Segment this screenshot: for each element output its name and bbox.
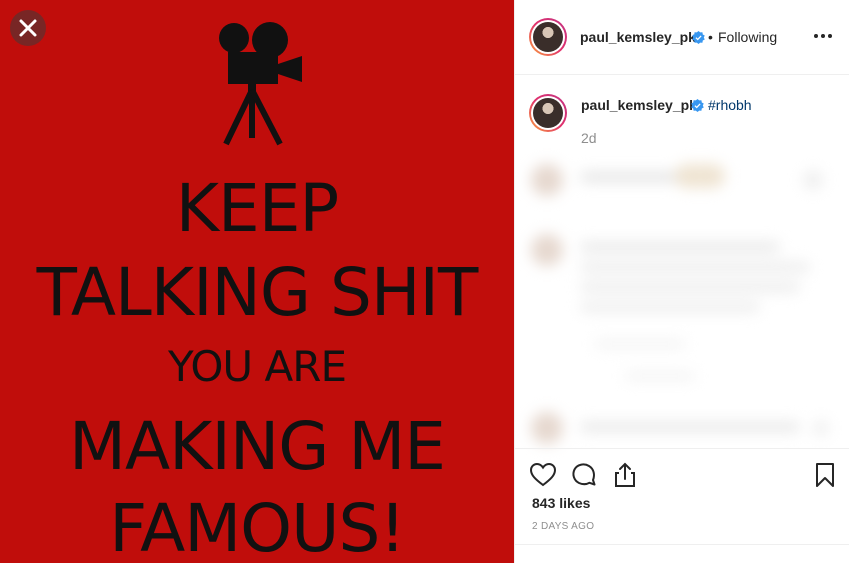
poster-line-you-are: YOU ARE (168, 342, 347, 391)
poster-line-talking: TALKING SHIT (36, 254, 479, 331)
close-button[interactable] (10, 10, 46, 46)
header-username[interactable]: paul_kemsley_pk (580, 29, 696, 45)
save-button[interactable] (811, 461, 839, 489)
bookmark-icon (816, 463, 834, 487)
comment-button[interactable] (570, 461, 598, 489)
caption-time: 2d (581, 130, 597, 146)
post-actions: 843 likes 2 DAYS AGO (515, 448, 849, 564)
share-icon (615, 462, 635, 487)
hashtag-link[interactable]: #rhobh (708, 97, 752, 113)
divider (515, 544, 849, 545)
like-button[interactable] (529, 461, 557, 489)
post-date: 2 DAYS AGO (532, 521, 595, 532)
verified-badge-icon (691, 99, 704, 112)
post-side-panel: paul_kemsley_pk • Following paul_kemsley… (514, 0, 849, 563)
comment-icon (572, 463, 596, 486)
caption-avatar[interactable] (529, 94, 567, 132)
following-button[interactable]: Following (718, 29, 777, 45)
likes-count[interactable]: 843 likes (532, 495, 590, 511)
share-button[interactable] (611, 461, 639, 489)
camera-tripod-icon (219, 22, 302, 146)
more-options-icon (814, 34, 832, 38)
post-header: paul_kemsley_pk • Following (515, 0, 849, 75)
poster-line-making-me: MAKING ME (69, 408, 446, 485)
header-separator: • (708, 29, 713, 45)
caption-username[interactable]: paul_kemsley_pk (581, 97, 697, 113)
poster-line-keep: KEEP (175, 170, 339, 247)
post-image: KEEP TALKING SHIT YOU ARE MAKING ME FAMO… (0, 0, 514, 563)
blurred-comments (525, 150, 843, 446)
heart-icon (529, 462, 557, 487)
avatar[interactable] (529, 18, 567, 56)
verified-badge-icon (692, 31, 705, 44)
close-icon (19, 19, 37, 37)
more-options-button[interactable] (811, 26, 835, 46)
poster-line-famous: FAMOUS! (109, 490, 406, 563)
